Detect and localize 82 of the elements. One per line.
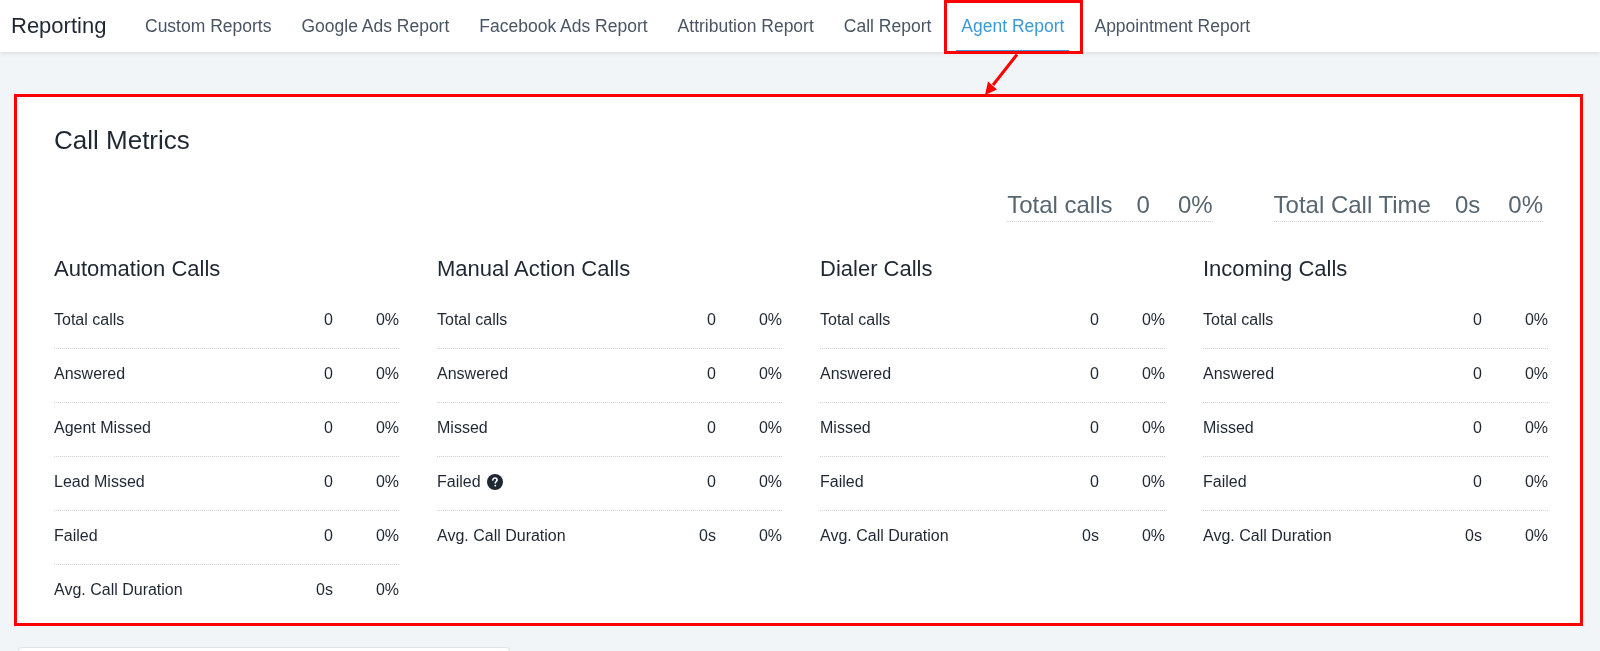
total-percent: 0% — [1508, 191, 1543, 219]
metric-label: Agent Missed — [54, 417, 151, 438]
total-value: 0 — [1136, 191, 1150, 219]
metric-percent: 0% — [1140, 417, 1165, 438]
metric-value: 0s — [699, 526, 716, 546]
section-heading: Dialer Calls — [820, 255, 934, 283]
metric-percent: 0% — [1523, 526, 1548, 546]
metric-value: 0 — [324, 471, 333, 492]
metric-value: 0 — [707, 417, 716, 438]
metric-value: 0s — [1465, 526, 1482, 546]
metric-percent: 0% — [374, 525, 399, 546]
metric-value: 0 — [1090, 471, 1099, 492]
metric-label: Missed — [820, 417, 871, 438]
metric-value: 0 — [1473, 471, 1482, 492]
metric-percent: 0% — [374, 417, 399, 438]
report-tab[interactable]: Google Ads Report — [296, 0, 455, 52]
metric-label: Failed — [437, 471, 481, 492]
metric-label: Missed — [437, 417, 488, 438]
metric-label: Failed — [820, 471, 864, 492]
total-label: Total Call Time — [1273, 191, 1431, 219]
metric-percent: 0% — [374, 580, 399, 600]
metric-percent: 0% — [1523, 309, 1548, 330]
report-tab[interactable]: Facebook Ads Report — [474, 0, 653, 52]
metric-value: 0 — [324, 525, 333, 546]
report-tab[interactable]: Call Report — [838, 0, 937, 52]
metric-percent: 0% — [1523, 471, 1548, 492]
metric-value: 0 — [707, 471, 716, 492]
metric-value: 0 — [1473, 363, 1482, 384]
metric-label: Total calls — [1203, 309, 1274, 330]
metric-label: Answered — [1203, 363, 1275, 384]
page-title: Reporting — [11, 12, 107, 40]
total-value: 0s — [1454, 191, 1481, 219]
metric-value: 0 — [324, 417, 333, 438]
metric-value: 0 — [1473, 417, 1482, 438]
metric-label: Total calls — [54, 309, 125, 330]
metric-label: Avg. Call Duration — [1203, 526, 1332, 546]
metric-value: 0 — [324, 363, 333, 384]
metric-percent: 0% — [757, 471, 782, 492]
section-heading: Manual Action Calls — [437, 255, 632, 283]
metric-label: Missed — [1203, 417, 1254, 438]
metric-value: 0s — [1082, 526, 1099, 546]
metric-percent: 0% — [1140, 309, 1165, 330]
metric-percent: 0% — [757, 309, 782, 330]
metric-percent: 0% — [757, 417, 782, 438]
report-tab[interactable]: Custom Reports — [140, 0, 277, 52]
help-icon[interactable] — [486, 473, 503, 490]
metric-label: Total calls — [437, 309, 508, 330]
metric-value: 0 — [324, 309, 333, 330]
metric-label: Answered — [820, 363, 892, 384]
section-heading: Incoming Calls — [1203, 255, 1349, 283]
metric-percent: 0% — [1140, 471, 1165, 492]
metric-label: Avg. Call Duration — [437, 526, 566, 546]
metric-label: Total calls — [820, 309, 891, 330]
metric-label: Lead Missed — [54, 471, 145, 492]
metric-value: 0 — [1090, 363, 1099, 384]
metric-value: 0s — [316, 580, 333, 600]
report-tab[interactable]: Appointment Report — [1089, 0, 1256, 52]
metric-percent: 0% — [1523, 363, 1548, 384]
metric-value: 0 — [1090, 417, 1099, 438]
metric-percent: 0% — [1140, 363, 1165, 384]
card-title: Call Metrics — [54, 124, 191, 156]
section-heading: Automation Calls — [54, 255, 222, 283]
metric-value: 0 — [1090, 309, 1099, 330]
metric-percent: 0% — [1523, 417, 1548, 438]
metric-percent: 0% — [757, 363, 782, 384]
metric-percent: 0% — [374, 471, 399, 492]
metric-percent: 0% — [1140, 526, 1165, 546]
metric-percent: 0% — [757, 526, 782, 546]
total-percent: 0% — [1177, 191, 1213, 219]
total-label: Total calls — [1007, 191, 1113, 219]
metric-label: Avg. Call Duration — [54, 580, 183, 600]
metric-percent: 0% — [374, 309, 399, 330]
metric-value: 0 — [1473, 309, 1482, 330]
metric-label: Failed — [1203, 471, 1247, 492]
metric-percent: 0% — [374, 363, 399, 384]
metric-value: 0 — [707, 309, 716, 330]
metric-label: Answered — [437, 363, 509, 384]
metric-value: 0 — [707, 363, 716, 384]
report-tab[interactable]: Attribution Report — [672, 0, 819, 52]
metric-label: Failed — [54, 525, 98, 546]
metric-label: Avg. Call Duration — [820, 526, 949, 546]
metric-label: Answered — [54, 363, 126, 384]
